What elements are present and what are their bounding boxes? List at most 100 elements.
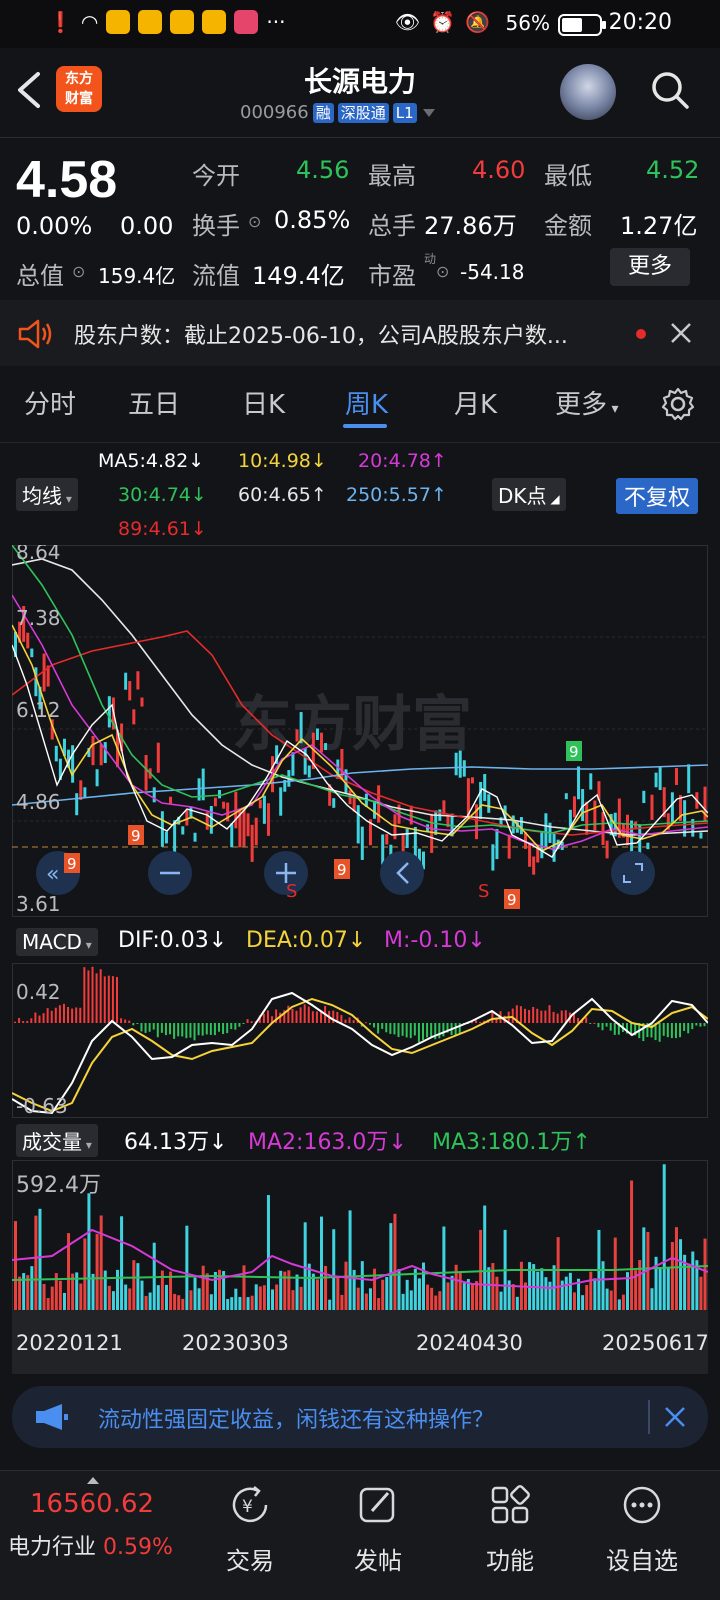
volume-bar xyxy=(156,1285,160,1310)
macd-bar xyxy=(246,1019,249,1023)
stock-code-line[interactable]: 000966 融 深股通 L1 xyxy=(240,102,437,123)
macd-bar xyxy=(524,1008,526,1023)
gear-icon[interactable] xyxy=(660,386,696,422)
close-icon[interactable] xyxy=(670,322,692,344)
volume-bar xyxy=(544,1277,548,1310)
candle xyxy=(75,793,79,816)
grid-apps-icon[interactable] xyxy=(488,1483,532,1527)
macd-bar xyxy=(385,1023,388,1033)
back-button[interactable] xyxy=(14,70,44,110)
candle xyxy=(381,834,385,865)
scroll-left-button[interactable] xyxy=(380,851,424,895)
volume-bar xyxy=(185,1225,189,1310)
margin-tag: 融 xyxy=(312,102,334,123)
candle xyxy=(332,798,336,808)
candle xyxy=(356,805,360,844)
y-label-min: 3.61 xyxy=(16,892,61,916)
kline-chart[interactable]: 东方财富 « 8.64 7.38 6.12 4.86 3.61 9 9 9 9 … xyxy=(12,545,708,917)
macd-bar xyxy=(71,1008,74,1023)
post-button[interactable]: 发帖 xyxy=(318,1541,438,1576)
macd-bar xyxy=(197,1023,200,1036)
volume-bar xyxy=(34,1215,38,1310)
macd-bar xyxy=(222,1023,225,1035)
tab-daily-k[interactable]: 日K xyxy=(242,384,285,421)
macd-bar xyxy=(373,1023,376,1028)
macd-chart[interactable]: 0.42 -0.63 xyxy=(12,963,708,1118)
volume-bar xyxy=(409,1290,413,1310)
info-icon[interactable]: ⊙ xyxy=(72,262,85,281)
macd-bar xyxy=(234,1023,237,1030)
macd-bar xyxy=(377,1023,380,1034)
trade-icon[interactable]: ¥ xyxy=(228,1483,272,1527)
candle xyxy=(156,742,160,773)
fullscreen-button[interactable] xyxy=(611,851,655,895)
ma10-label: 10:4.98↓ xyxy=(238,450,327,472)
candle xyxy=(642,790,646,804)
macd-bar xyxy=(156,1023,159,1038)
functions-button[interactable]: 功能 xyxy=(450,1541,570,1576)
weibo-icon xyxy=(138,10,163,34)
tab-intraday[interactable]: 分时 xyxy=(24,384,76,421)
info-icon[interactable]: ⊙ xyxy=(436,262,449,281)
dk-point-selector[interactable]: DK点 ◢ xyxy=(492,478,566,511)
candle xyxy=(483,774,487,801)
candle xyxy=(222,801,226,809)
compose-icon[interactable] xyxy=(356,1483,400,1527)
sector-index-value[interactable]: 16560.62 xyxy=(30,1489,154,1519)
tab-five-day[interactable]: 五日 xyxy=(128,384,180,421)
indicator-selector[interactable]: 均线 ▾ xyxy=(16,478,78,511)
tab-weekly-k[interactable]: 周K xyxy=(345,384,388,421)
macd-bar xyxy=(299,1007,302,1023)
candle xyxy=(564,793,568,800)
promo-text: 流动性强固定收益，闲钱还有这种操作？ xyxy=(98,1408,495,1433)
megaphone-icon xyxy=(36,1404,68,1430)
close-icon[interactable] xyxy=(664,1406,686,1428)
macd-bar xyxy=(120,1018,123,1023)
active-tab-indicator xyxy=(343,424,387,428)
macd-bar xyxy=(107,975,110,1023)
volume-selector[interactable]: 成交量 ▾ xyxy=(16,1124,98,1157)
volume-bar xyxy=(107,1285,111,1310)
trade-button[interactable]: 交易 xyxy=(190,1541,310,1576)
candle xyxy=(173,820,177,855)
robot-assistant-avatar[interactable] xyxy=(560,64,616,120)
volume-value: 27.86万 xyxy=(424,212,517,240)
eastmoney-logo[interactable]: 东方 财富 xyxy=(56,66,102,112)
shareholder-notice-banner[interactable]: 股东户数：截止2025-06-10，公司A股股东户数... xyxy=(0,300,720,366)
macd-bar xyxy=(22,1021,25,1023)
macd-bar xyxy=(54,1007,57,1023)
macd-bar xyxy=(177,1023,180,1037)
svg-text:9: 9 xyxy=(507,891,517,909)
macd-selector[interactable]: MACD ▾ xyxy=(16,928,98,956)
volume-bar xyxy=(254,1284,258,1310)
more-circle-icon[interactable] xyxy=(620,1483,664,1527)
sector-index[interactable]: 电力行业 0.59% xyxy=(8,1529,173,1561)
macd-bar xyxy=(58,1005,61,1023)
wifi-icon: ◠ xyxy=(80,10,99,34)
candle xyxy=(140,697,144,707)
tab-monthly-k[interactable]: 月K xyxy=(454,384,497,421)
volume-bar xyxy=(666,1268,670,1310)
level-tag: L1 xyxy=(392,102,417,123)
volume-bar xyxy=(360,1261,364,1310)
more-quote-button[interactable]: 更多 xyxy=(610,248,690,286)
y-label: 7.38 xyxy=(16,606,61,630)
volume-bar xyxy=(568,1272,572,1310)
volume-bar xyxy=(62,1292,66,1310)
info-icon[interactable]: ⊙ xyxy=(248,212,261,231)
volume-bar xyxy=(662,1164,666,1310)
macd-bar xyxy=(397,1023,400,1038)
candle xyxy=(462,760,466,777)
promo-banner[interactable]: 流动性强固定收益，闲钱还有这种操作？ xyxy=(12,1386,708,1448)
divider xyxy=(0,442,720,443)
adjust-mode-button[interactable]: 不复权 xyxy=(616,478,699,514)
macd-bar xyxy=(26,1020,29,1023)
search-icon[interactable] xyxy=(650,70,690,110)
volume-chart[interactable]: 592.4万 20220121 20230303 20240430 202506… xyxy=(12,1160,708,1374)
macd-bar xyxy=(430,1023,433,1038)
candle xyxy=(405,828,409,849)
macd-bar xyxy=(201,1023,204,1036)
clock: 20:20 xyxy=(608,10,672,35)
add-watchlist-button[interactable]: 设自选 xyxy=(582,1541,702,1576)
tab-more[interactable]: 更多 ▾ xyxy=(555,384,619,421)
